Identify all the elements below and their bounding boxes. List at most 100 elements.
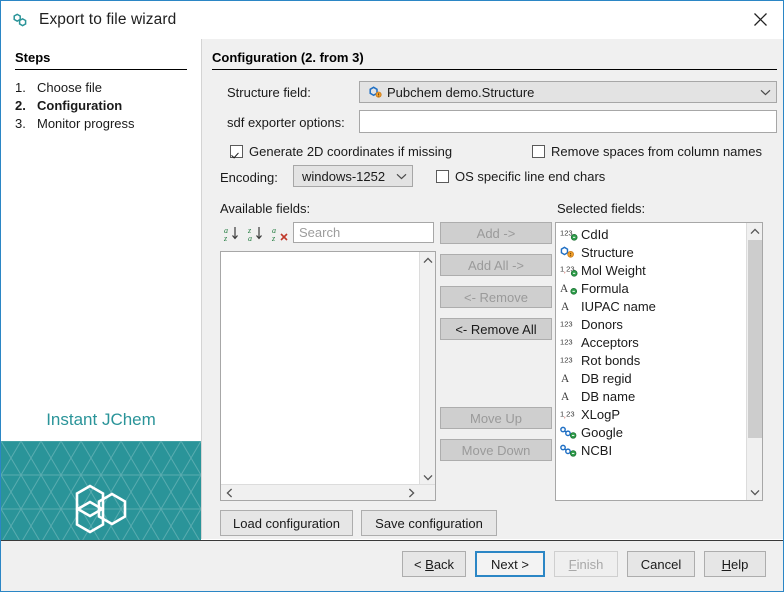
sort-az-icon[interactable]: a z (223, 225, 241, 242)
list-item-label: NCBI (578, 443, 612, 458)
scroll-down-icon[interactable] (420, 469, 436, 485)
list-item[interactable]: NCBI (556, 441, 746, 459)
export-wizard-window: Export to file wizard Steps 1.Choose fil… (0, 0, 784, 592)
remove-spaces-checkbox[interactable]: Remove spaces from column names (532, 144, 762, 159)
search-input[interactable] (293, 222, 434, 243)
available-fields-label: Available fields: (220, 201, 310, 216)
numeric-icon: 123 (560, 352, 578, 368)
add-button[interactable]: Add -> (440, 222, 552, 244)
list-item-label: Acceptors (578, 335, 639, 350)
list-item[interactable]: A DB regid (556, 369, 746, 387)
sort-clear-icon[interactable]: a z (271, 225, 289, 242)
add-all-button[interactable]: Add All -> (440, 254, 552, 276)
list-item[interactable]: 123 Donors (556, 315, 746, 333)
scroll-up-icon[interactable] (747, 223, 763, 239)
svg-text:123: 123 (560, 337, 573, 346)
chevron-down-icon[interactable] (754, 89, 776, 96)
list-item[interactable]: ADB name (556, 387, 746, 405)
structure-field-value-wrap: Pubchem demo.Structure (360, 85, 754, 100)
step-label: Monitor progress (37, 116, 135, 131)
scroll-left-icon[interactable] (221, 485, 237, 501)
list-item[interactable]: 123Rot bonds (556, 351, 746, 369)
sidebar-step-choose-file: 1.Choose file (15, 80, 195, 98)
svg-text:23: 23 (566, 409, 574, 418)
list-item[interactable]: A Formula (556, 279, 746, 297)
svg-text:123: 123 (560, 319, 573, 328)
text-icon: A (560, 370, 578, 386)
selected-fields-items: 123CdIdStructure1,23Mol WeightAFormulaAI… (556, 223, 746, 500)
step-number: 3. (15, 116, 37, 131)
scrollbar-thumb[interactable] (748, 240, 762, 438)
finish-button: Finish (554, 551, 618, 577)
svg-text:A: A (561, 301, 570, 313)
text-calc-icon: A (560, 280, 578, 296)
help-button[interactable]: Help (704, 551, 766, 577)
encoding-label: Encoding: (220, 170, 278, 185)
svg-text:z: z (271, 234, 276, 242)
svg-text:A: A (560, 283, 569, 295)
remove-button[interactable]: <- Remove (440, 286, 552, 308)
list-item[interactable]: 1,23XLogP (556, 405, 746, 423)
list-item-label: Formula (578, 281, 629, 296)
sdf-options-input[interactable] (359, 110, 777, 133)
generate-2d-checkbox[interactable]: Generate 2D coordinates if missing (230, 144, 452, 159)
encoding-value: windows-1252 (302, 169, 385, 184)
list-item[interactable]: 123 Acceptors (556, 333, 746, 351)
list-item-label: Structure (578, 245, 634, 260)
cancel-button[interactable]: Cancel (627, 551, 695, 577)
step-number: 2. (15, 98, 37, 113)
selected-fields-list[interactable]: 123CdIdStructure1,23Mol WeightAFormulaAI… (555, 222, 763, 501)
brand-name: Instant JChem (1, 410, 201, 430)
numeric-key-icon: 123 (560, 226, 578, 242)
wizard-footer: < Back Next > Finish Cancel Help (1, 540, 783, 591)
svg-text:A: A (561, 373, 570, 385)
svg-text:a: a (248, 234, 252, 242)
list-item-label: DB regid (578, 371, 632, 386)
move-up-button[interactable]: Move Up (440, 407, 552, 429)
os-line-end-checkbox[interactable]: OS specific line end chars (436, 169, 605, 184)
encoding-value-wrap: windows-1252 (294, 169, 390, 184)
jchem-hexagons-logo (68, 479, 134, 539)
scroll-up-icon[interactable] (420, 252, 436, 268)
decimal-icon: 1,23 (560, 406, 578, 422)
list-item-label: IUPAC name (578, 299, 656, 314)
checkbox-label: Remove spaces from column names (551, 144, 762, 159)
list-item[interactable]: 123CdId (556, 225, 746, 243)
step-label: Choose file (37, 80, 102, 95)
decimal-calc-icon: 1,23 (560, 262, 578, 278)
save-configuration-button[interactable]: Save configuration (361, 510, 497, 536)
encoding-combo[interactable]: windows-1252 (293, 165, 413, 187)
close-icon[interactable] (737, 1, 783, 37)
next-button[interactable]: Next > (475, 551, 545, 577)
available-fields-hscrollbar[interactable] (221, 484, 435, 500)
structure-field-combo[interactable]: Pubchem demo.Structure (359, 81, 777, 103)
svg-text:z: z (223, 234, 228, 242)
svg-text:123: 123 (560, 355, 573, 364)
list-item[interactable]: Google (556, 423, 746, 441)
available-fields-vscrollbar[interactable] (419, 252, 435, 485)
list-item[interactable]: Structure (556, 243, 746, 261)
sort-za-icon[interactable]: z a (247, 225, 265, 242)
step-label: Configuration (37, 98, 122, 113)
numeric-icon: 123 (560, 334, 578, 350)
list-item[interactable]: 1,23Mol Weight (556, 261, 746, 279)
load-configuration-button[interactable]: Load configuration (220, 510, 353, 536)
scroll-down-icon[interactable] (747, 484, 763, 500)
move-down-button[interactable]: Move Down (440, 439, 552, 461)
steps-heading: Steps (15, 50, 50, 65)
remove-all-button[interactable]: <- Remove All (440, 318, 552, 340)
numeric-icon: 123 (560, 316, 578, 332)
back-button[interactable]: < Back (402, 551, 466, 577)
selected-fields-vscrollbar[interactable] (746, 223, 762, 500)
list-item-label: XLogP (578, 407, 620, 422)
link-calc-icon (560, 442, 578, 458)
list-item-label: Donors (578, 317, 623, 332)
list-item[interactable]: A IUPAC name (556, 297, 746, 315)
chevron-down-icon[interactable] (390, 173, 412, 180)
checkbox-box (436, 170, 449, 183)
selected-fields-label: Selected fields: (557, 201, 645, 216)
list-item-label: Mol Weight (578, 263, 646, 278)
sort-toolbar: a z z a a z (223, 223, 293, 243)
scroll-right-icon[interactable] (403, 485, 419, 501)
available-fields-list[interactable] (220, 251, 436, 501)
